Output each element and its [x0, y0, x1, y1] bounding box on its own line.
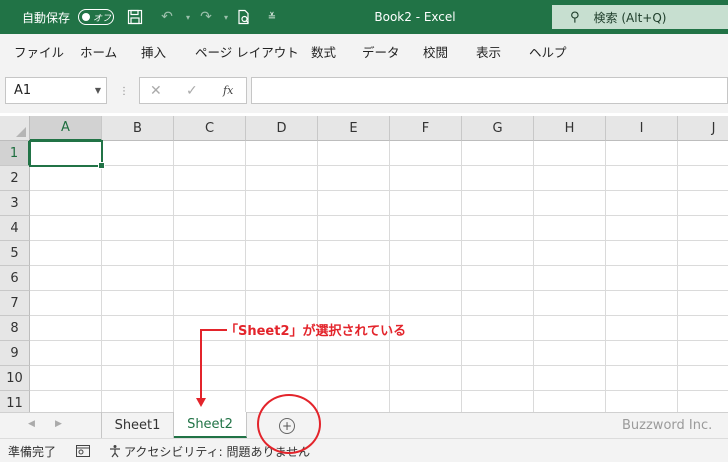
- column-header-f[interactable]: F: [390, 116, 462, 141]
- formula-input[interactable]: [251, 77, 728, 104]
- search-label: 検索 (Alt+Q): [593, 10, 667, 25]
- row-header-1[interactable]: 1: [0, 141, 30, 166]
- cancel-icon[interactable]: ✕: [150, 78, 162, 103]
- title-bar: 自動保存 オフ ↶ ▾ ↷ ▾ ≚ Book2 - Excel ⚲ 検索 (Al…: [0, 0, 728, 34]
- column-header-i[interactable]: I: [606, 116, 678, 141]
- worksheet-grid[interactable]: A B C D E F G H I J 1 2 3 4 5 6 7 8 9 10…: [0, 116, 728, 412]
- annotation-arrow-icon: [196, 398, 206, 407]
- autosave-state: オフ: [93, 14, 112, 24]
- row-header-2[interactable]: 2: [0, 166, 30, 191]
- column-header-c[interactable]: C: [174, 116, 246, 141]
- row-header-5[interactable]: 5: [0, 241, 30, 266]
- row-header-10[interactable]: 10: [0, 366, 30, 391]
- autosave-label: 自動保存: [22, 10, 71, 25]
- annotation-line-vertical: [200, 329, 202, 399]
- row-header-11[interactable]: 11: [0, 391, 30, 412]
- enter-icon[interactable]: ✓: [186, 78, 198, 103]
- toggle-knob: [82, 12, 90, 21]
- tab-page-layout[interactable]: ページ レイアウト: [195, 34, 299, 68]
- tab-insert[interactable]: 挿入: [141, 34, 166, 68]
- active-cell-a1[interactable]: [29, 140, 105, 169]
- redo-icon[interactable]: ↷: [196, 0, 216, 34]
- redo-dropdown-icon[interactable]: ▾: [216, 0, 236, 34]
- status-bar: 準備完了 アクセシビリティ: 問題ありません: [0, 438, 728, 462]
- accessibility-icon[interactable]: [108, 439, 122, 462]
- tab-review[interactable]: 校閲: [423, 34, 448, 68]
- tab-file[interactable]: ファイル: [14, 34, 64, 68]
- customize-toolbar-icon[interactable]: ≚: [262, 0, 282, 34]
- name-box-value: A1: [14, 83, 32, 98]
- column-header-g[interactable]: G: [462, 116, 534, 141]
- annotation-text: 「Sheet2」が選択されている: [225, 324, 407, 339]
- chevron-down-icon[interactable]: ▼: [95, 86, 101, 95]
- insert-function-icon[interactable]: fx: [223, 78, 233, 103]
- prev-sheet-icon[interactable]: ◀: [28, 419, 35, 429]
- formula-bar-area: A1 ▼ ⋮ ✕ ✓ fx: [0, 68, 728, 113]
- tab-data[interactable]: データ: [362, 34, 400, 68]
- tab-home[interactable]: ホーム: [80, 34, 117, 68]
- column-header-h[interactable]: H: [534, 116, 606, 141]
- macro-record-icon[interactable]: [76, 439, 90, 462]
- search-icon: ⚲: [570, 9, 580, 25]
- column-header-j[interactable]: J: [678, 116, 728, 141]
- column-header-a[interactable]: A: [30, 116, 102, 141]
- undo-icon[interactable]: ↶: [157, 0, 177, 34]
- row-header-9[interactable]: 9: [0, 341, 30, 366]
- autosave-toggle[interactable]: オフ: [78, 9, 114, 25]
- column-header-b[interactable]: B: [102, 116, 174, 141]
- ribbon-tabs: ファイル ホーム 挿入 ページ レイアウト 数式 データ 校閲 表示 ヘルプ: [0, 34, 728, 68]
- sheet-tab-sheet2[interactable]: Sheet2: [174, 412, 247, 438]
- row-header-8[interactable]: 8: [0, 316, 30, 341]
- row-header-4[interactable]: 4: [0, 216, 30, 241]
- formula-bar-grip-icon[interactable]: ⋮: [119, 86, 129, 97]
- tab-help[interactable]: ヘルプ: [529, 34, 567, 68]
- watermark: Buzzword Inc.: [622, 418, 713, 433]
- tab-view[interactable]: 表示: [476, 34, 501, 68]
- tab-formulas[interactable]: 数式: [311, 34, 336, 68]
- row-header-3[interactable]: 3: [0, 191, 30, 216]
- next-sheet-icon[interactable]: ▶: [55, 419, 62, 429]
- undo-dropdown-icon[interactable]: ▾: [178, 0, 198, 34]
- sheet-tab-sheet1[interactable]: Sheet1: [101, 412, 174, 438]
- search-box[interactable]: ⚲ 検索 (Alt+Q): [552, 5, 728, 29]
- name-box[interactable]: A1 ▼: [5, 77, 107, 104]
- row-header-6[interactable]: 6: [0, 266, 30, 291]
- sheet-tab-bar: ◀ ▶ Sheet1 Sheet2 + Buzzword Inc.: [0, 412, 728, 438]
- cell-area[interactable]: [30, 141, 728, 412]
- annotation-circle: [257, 394, 321, 454]
- select-all-button[interactable]: [0, 116, 30, 141]
- column-header-d[interactable]: D: [246, 116, 318, 141]
- annotation-line: [200, 329, 227, 331]
- formula-buttons: ✕ ✓ fx: [139, 77, 247, 104]
- save-icon[interactable]: [125, 0, 145, 34]
- status-ready: 準備完了: [8, 444, 57, 459]
- row-header-7[interactable]: 7: [0, 291, 30, 316]
- print-preview-icon[interactable]: [234, 0, 254, 34]
- window-title: Book2 - Excel: [374, 10, 456, 24]
- column-header-e[interactable]: E: [318, 116, 390, 141]
